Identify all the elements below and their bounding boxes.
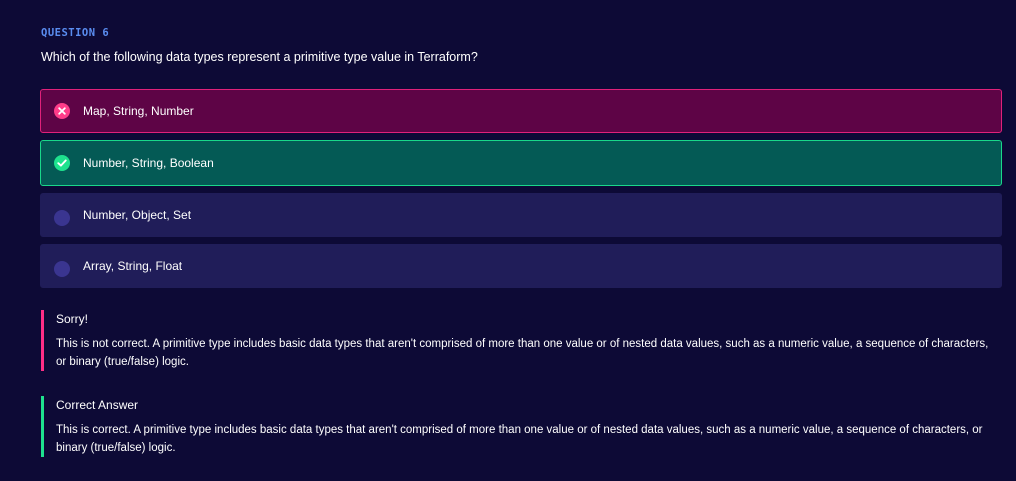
answer-option[interactable]: Number, Object, Set [40, 193, 1002, 237]
answer-option-label: Map, String, Number [83, 104, 194, 118]
close-icon [54, 103, 70, 119]
radio-icon [54, 261, 70, 277]
answer-option-label: Number, Object, Set [83, 208, 192, 222]
check-icon [54, 155, 70, 171]
answer-option-correct[interactable]: Number, String, Boolean [40, 140, 1002, 186]
radio-icon [54, 210, 70, 226]
correct-feedback: Correct Answer This is correct. A primit… [41, 396, 991, 457]
answer-option-label: Number, String, Boolean [83, 156, 214, 170]
answer-option[interactable]: Array, String, Float [40, 244, 1002, 288]
question-label: QUESTION 6 [41, 27, 110, 39]
correct-feedback-body: This is correct. A primitive type includ… [56, 424, 983, 454]
incorrect-feedback-title: Sorry! [56, 312, 89, 326]
correct-feedback-title: Correct Answer [56, 398, 139, 412]
question-text: Which of the following data types repres… [41, 50, 478, 64]
answer-option-incorrect[interactable]: Map, String, Number [40, 89, 1002, 133]
incorrect-feedback: Sorry! This is not correct. A primitive … [41, 310, 991, 371]
answer-options: Map, String, Number Number, String, Bool… [40, 89, 1002, 295]
answer-option-label: Array, String, Float [83, 259, 183, 273]
incorrect-feedback-body: This is not correct. A primitive type in… [56, 338, 989, 368]
